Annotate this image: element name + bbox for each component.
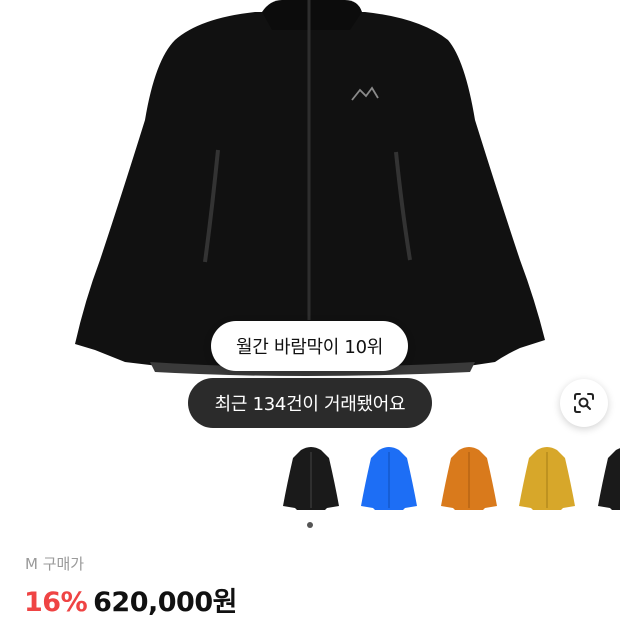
thumbnail-black-2[interactable] — [594, 444, 620, 516]
jacket-thumbnail-icon — [283, 447, 339, 510]
thumbnail-black[interactable] — [279, 444, 343, 516]
lens-search-button[interactable] — [560, 379, 608, 427]
thumbnail-orange[interactable] — [437, 444, 501, 516]
size-price-label: M 구매가 — [25, 555, 85, 573]
thumbnail-yellow[interactable] — [515, 444, 579, 516]
sale-price: 620,000원 — [93, 587, 237, 618]
price-line: 16% 620,000원 — [24, 580, 237, 619]
monthly-rank-badge: 월간 바람막이 10위 — [211, 321, 408, 371]
recent-trades-badge: 최근 134건이 거래됐어요 — [188, 378, 432, 428]
selected-thumbnail-indicator — [307, 522, 313, 528]
jacket-thumbnail-icon — [598, 448, 620, 510]
jacket-thumbnail-icon — [519, 447, 575, 510]
jacket-thumbnail-icon — [441, 447, 497, 510]
discount-rate: 16% — [24, 587, 88, 618]
thumbnail-blue[interactable] — [357, 444, 421, 516]
lens-search-icon — [574, 393, 594, 413]
jacket-thumbnail-icon — [361, 447, 417, 510]
color-thumbnail-list — [0, 440, 620, 530]
